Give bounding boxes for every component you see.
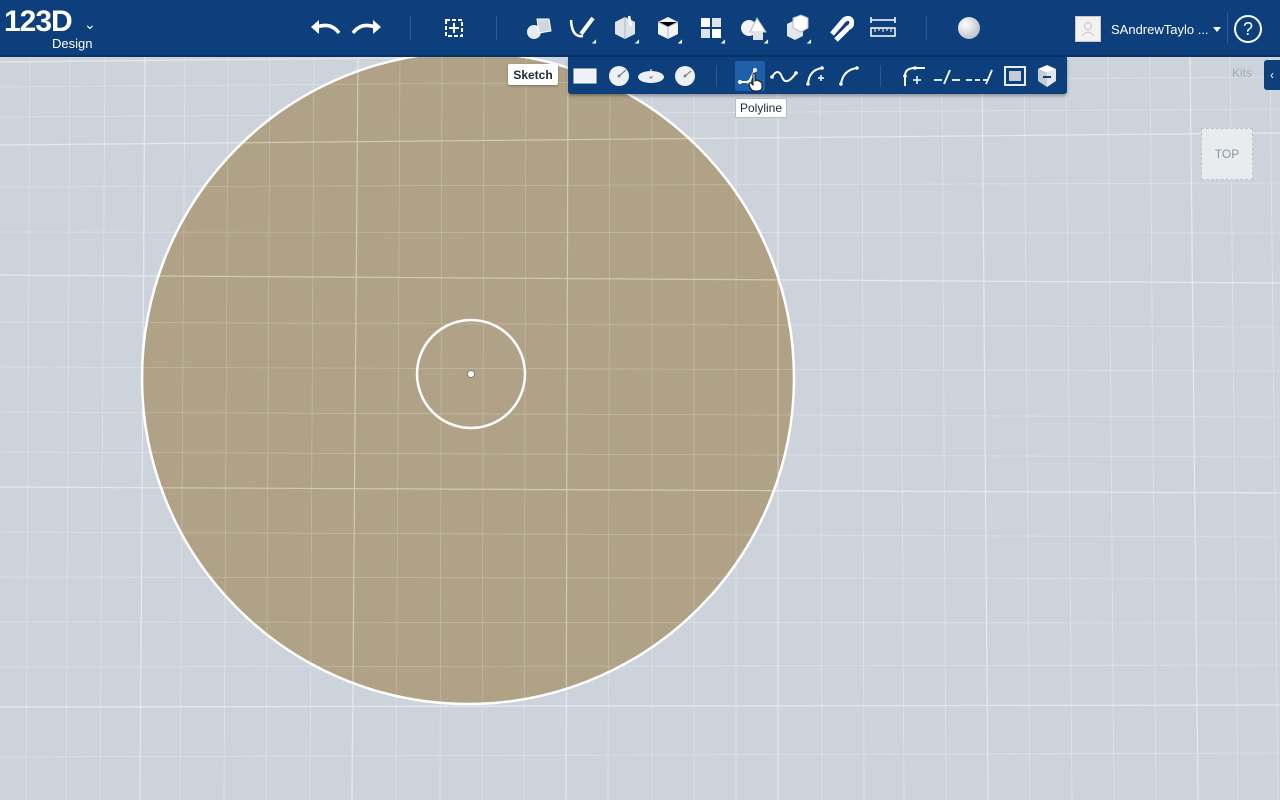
kits-panel-toggle[interactable]: ‹ [1264, 60, 1280, 90]
view-cube-top[interactable]: TOP [1201, 128, 1253, 180]
tooltip-polyline: Polyline [735, 98, 788, 118]
center-point [467, 370, 475, 378]
chevron-down-icon: ⌄ [84, 16, 96, 32]
project-icon [1038, 65, 1056, 87]
three-point-arc-icon [839, 66, 859, 86]
undo-button[interactable] [307, 10, 343, 46]
undo-icon [311, 20, 341, 35]
modify-button[interactable] [650, 10, 686, 46]
sketch-button[interactable] [564, 10, 600, 46]
redo-icon [351, 20, 381, 35]
fillet-icon [903, 66, 925, 86]
transform-icon [445, 19, 463, 37]
snap-button[interactable] [822, 10, 858, 46]
ruler-icon [870, 17, 896, 37]
sketch-profile-outer-circle [142, 57, 794, 704]
hand-cursor-icon [748, 72, 763, 92]
help-button[interactable]: ? [1234, 15, 1262, 43]
construct-icon [615, 15, 635, 39]
sketch-icon [569, 16, 595, 38]
kits-label: Kits [1232, 66, 1253, 80]
logo-number: 123D [4, 5, 73, 38]
transform-button[interactable] [436, 10, 472, 46]
pattern-icon [701, 18, 721, 38]
material-sphere-icon [958, 17, 980, 39]
user-icon [1081, 22, 1095, 37]
user-menu[interactable]: SAndrewTaylo ... [1075, 14, 1221, 44]
sketch-spline-button[interactable] [769, 61, 799, 91]
viewport [0, 57, 1280, 800]
primitives-button[interactable] [521, 10, 557, 46]
modify-icon [657, 17, 679, 39]
rectangle-icon [573, 68, 597, 84]
sketch-two-point-arc-button[interactable] [801, 61, 831, 91]
sketch-three-point-arc-button[interactable] [834, 61, 864, 91]
app-logo[interactable]: 123D ⌄ Design [4, 4, 104, 52]
chevron-down-icon [1213, 26, 1221, 32]
sketch-extend-button[interactable] [964, 61, 994, 91]
extend-icon [966, 69, 993, 85]
magnet-icon [830, 15, 854, 42]
offset-icon [1004, 66, 1026, 86]
ellipse-icon [638, 69, 664, 83]
measure-button[interactable] [865, 10, 901, 46]
sketch-menu-label: Sketch [508, 64, 558, 85]
material-button[interactable] [951, 10, 987, 46]
sketch-circle-button[interactable] [604, 61, 634, 91]
sketch-trim-button[interactable] [932, 61, 962, 91]
redo-button[interactable] [349, 10, 385, 46]
circle-icon [609, 66, 629, 86]
logo-subtitle: Design [52, 36, 93, 51]
spline-icon [770, 71, 798, 83]
two-point-arc-icon [806, 66, 824, 86]
sketch-offset-button[interactable] [1000, 61, 1030, 91]
sketch-fillet-button[interactable] [899, 61, 929, 91]
trim-icon [934, 69, 960, 85]
sketch-ellipse-button[interactable] [636, 61, 666, 91]
design-canvas[interactable] [0, 57, 1280, 800]
primitives-icon [527, 18, 552, 39]
polygon-icon [675, 66, 695, 86]
grouping-icon [741, 16, 767, 40]
combine-button[interactable] [779, 10, 815, 46]
sketch-project-button[interactable] [1032, 61, 1062, 91]
combine-icon [787, 14, 809, 40]
sketch-rectangle-button[interactable] [570, 61, 600, 91]
construct-button[interactable] [607, 10, 643, 46]
grouping-button[interactable] [736, 10, 772, 46]
user-name: SAndrewTaylo ... [1111, 21, 1209, 37]
sketch-submenu [568, 57, 1067, 94]
pattern-button[interactable] [693, 10, 729, 46]
top-toolbar: 123D ⌄ Design SAndrewTaylo ... ? [0, 0, 1280, 57]
sketch-polygon-button[interactable] [670, 61, 700, 91]
avatar [1075, 16, 1101, 42]
